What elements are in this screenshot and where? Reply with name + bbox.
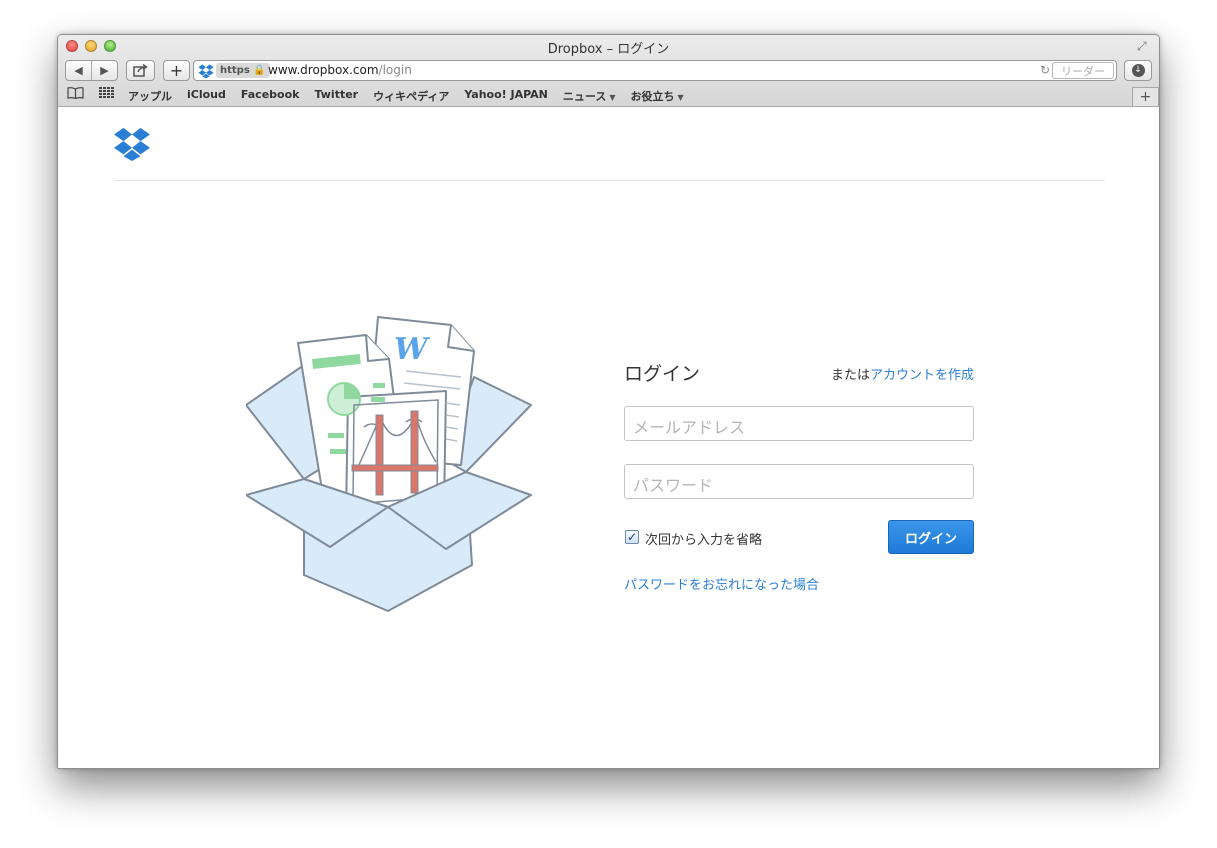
window-title: Dropbox – ログイン — [547, 42, 670, 57]
downloads-button[interactable]: ↓ — [1124, 60, 1152, 81]
https-label: https — [220, 65, 250, 76]
book-icon[interactable] — [67, 87, 84, 102]
share-icon — [133, 64, 148, 77]
svg-text:W: W — [394, 332, 431, 367]
bookmark-folder-news-label: ニュース — [562, 90, 607, 103]
forgot-password-link[interactable]: パスワードをお忘れになった場合 — [624, 574, 819, 593]
login-button[interactable]: ログイン — [888, 520, 974, 554]
create-account-link[interactable]: アカウントを作成 — [870, 368, 974, 383]
bookmark-yahoo-japan[interactable]: Yahoo! JAPAN — [464, 88, 548, 104]
bookmark-folder-news[interactable]: ニュース ▼ — [563, 88, 616, 104]
url-domain: www.dropbox.com — [268, 63, 379, 77]
share-button[interactable] — [126, 60, 155, 81]
bookmark-apple[interactable]: アップル — [128, 88, 172, 104]
header-divider — [114, 180, 1105, 181]
bookmark-icloud[interactable]: iCloud — [187, 88, 226, 104]
forward-icon[interactable]: ▶ — [92, 64, 117, 77]
title-bar: Dropbox – ログイン ⤢ — [58, 35, 1159, 57]
bookmark-wikipedia[interactable]: ウィキペディア — [373, 88, 449, 104]
browser-toolbar: ◀ ▶ + https 🔒 www.dropbox.com/login ↻ リー… — [58, 57, 1159, 84]
url-path: /login — [378, 63, 412, 77]
dropbox-logo-icon[interactable] — [113, 126, 151, 161]
bookmark-folder-useful[interactable]: お役立ち ▼ — [631, 88, 684, 104]
new-tab-button[interactable]: + — [1132, 87, 1159, 106]
password-field[interactable]: パスワード — [624, 464, 974, 499]
open-box-illustration: W — [246, 316, 532, 612]
browser-window: Dropbox – ログイン ⤢ ◀ ▶ + https 🔒 www.dropb… — [57, 34, 1160, 769]
page-title: ログイン — [624, 363, 701, 385]
bookmark-folder-useful-label: お役立ち — [630, 90, 675, 103]
chevron-down-icon: ▼ — [677, 93, 684, 102]
download-icon: ↓ — [1131, 64, 1145, 77]
dropbox-favicon-icon — [198, 64, 214, 79]
bookmark-facebook[interactable]: Facebook — [241, 88, 300, 104]
address-bar[interactable]: https 🔒 www.dropbox.com/login ↻ リーダー — [193, 60, 1117, 81]
email-field[interactable]: メールアドレス — [624, 406, 974, 441]
bookmark-twitter[interactable]: Twitter — [314, 88, 358, 104]
bookmark-list: アップル iCloud Facebook Twitter ウィキペディア Yah… — [128, 88, 699, 104]
fullscreen-icon[interactable]: ⤢ — [1137, 39, 1151, 53]
bookmarks-bar: アップル iCloud Facebook Twitter ウィキペディア Yah… — [58, 84, 1159, 106]
reload-icon[interactable]: ↻ — [1040, 63, 1050, 77]
page-content: W ログイン またはアカウントを作成 メールアドレス パスワード ✓ 次回から入… — [58, 107, 1159, 768]
url-text[interactable]: www.dropbox.com/login — [268, 63, 412, 77]
chevron-down-icon: ▼ — [609, 93, 616, 102]
back-icon[interactable]: ◀ — [66, 64, 91, 77]
back-forward-group: ◀ ▶ — [65, 60, 118, 81]
or-label: または — [830, 368, 870, 383]
create-account-row: またはアカウントを作成 — [831, 364, 974, 383]
reader-button[interactable]: リーダー — [1052, 62, 1114, 79]
remember-me-checkbox[interactable]: ✓ — [625, 530, 639, 544]
grid-icon[interactable] — [99, 87, 115, 102]
remember-me-label: 次回から入力を省略 — [645, 533, 763, 548]
browser-chrome: Dropbox – ログイン ⤢ ◀ ▶ + https 🔒 www.dropb… — [58, 35, 1159, 107]
lock-icon: 🔒 — [253, 65, 266, 76]
https-badge: https 🔒 — [216, 63, 270, 78]
add-bookmark-button[interactable]: + — [163, 60, 190, 81]
